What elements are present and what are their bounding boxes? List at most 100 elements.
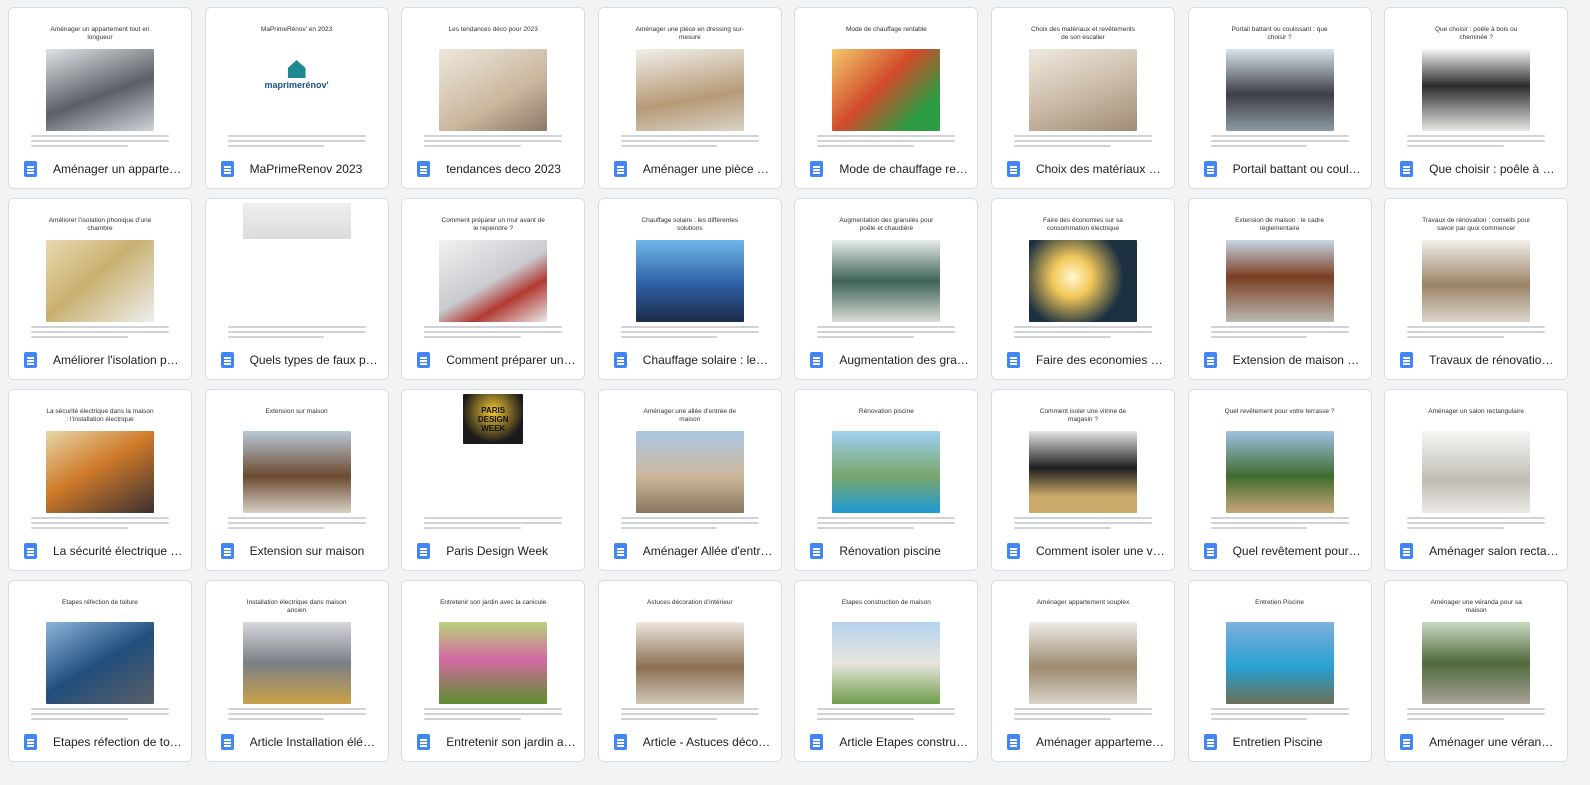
- file-card[interactable]: Aménager une allée d’entrée de maison Amé…: [597, 389, 782, 571]
- thumbnail-text-lines: [31, 708, 169, 723]
- text-line: [1013, 522, 1152, 524]
- file-info-bar: Entretien Piscine: [1188, 723, 1371, 761]
- file-card[interactable]: Améliorer l’isolation phonique d’une cha…: [8, 198, 192, 380]
- text-line: [424, 140, 563, 142]
- text-line: [31, 145, 128, 147]
- file-card[interactable]: Aménager un salon rectangulaire Aménager …: [1384, 389, 1569, 571]
- file-thumbnail: Augmentation des granulés pour poêle et …: [795, 199, 978, 343]
- file-thumbnail: Entretien Piscine: [1188, 581, 1371, 725]
- text-line: [227, 522, 366, 524]
- file-card[interactable]: Etapes construction de maison Article Eta…: [794, 580, 979, 762]
- text-line: [1407, 527, 1504, 529]
- file-name: Quels types de faux plafonds: [249, 353, 380, 367]
- file-card[interactable]: Augmentation des granulés pour poêle et …: [794, 198, 979, 380]
- file-card[interactable]: Choix des matériaux et revêtements de so…: [990, 7, 1175, 189]
- file-card[interactable]: Etapes réfection de toiture Etapes réfect…: [8, 580, 192, 762]
- file-card[interactable]: Entretenir son jardin avec la canicule En…: [401, 580, 586, 762]
- google-docs-icon: [1203, 161, 1217, 177]
- file-card[interactable]: Comment isoler une vitrine de magasin ? C…: [990, 389, 1175, 571]
- text-line: [1407, 522, 1546, 524]
- thumbnail-text-lines: [227, 517, 366, 532]
- file-card[interactable]: Extension de maison : le cadre réglement…: [1187, 198, 1372, 380]
- thumbnail-doc-title: Extension sur maison: [265, 408, 328, 415]
- file-card[interactable]: Comment préparer un mur avant de le repe…: [401, 198, 586, 380]
- thumbnail-text-lines: [1210, 708, 1349, 723]
- text-line: [817, 326, 956, 328]
- file-card[interactable]: Les tendances déco pour 2023 tendances de…: [401, 7, 586, 189]
- thumbnail-photo: [635, 622, 744, 704]
- file-card[interactable]: Travaux de rénovation : conseils pour sa…: [1384, 198, 1569, 380]
- file-card[interactable]: Astuces décoration d’intérieur Article - …: [597, 580, 782, 762]
- file-card[interactable]: Extension sur maison Extension sur maison: [204, 389, 389, 571]
- thumbnail-doc-title: Aménager une allée d’entrée de maison: [643, 408, 737, 423]
- thumbnail-text-lines: [1210, 326, 1349, 341]
- file-card[interactable]: Mode de chauffage rentable Mode de chauff…: [794, 7, 979, 189]
- thumbnail-doc-title: Quel revêtement pour votre terrasse ?: [1224, 408, 1335, 415]
- thumbnail-photo: [1422, 240, 1531, 322]
- text-line: [31, 517, 169, 519]
- file-card[interactable]: La sécurité électrique dans la maison : …: [8, 389, 192, 571]
- google-docs-icon: [1203, 352, 1217, 368]
- file-info-bar: Extension de maison : le cadre réglement…: [1188, 341, 1371, 379]
- thumbnail-text-lines: [424, 708, 563, 723]
- thumbnail-doc-title: Faire des économies sur sa consommation …: [1043, 217, 1123, 232]
- text-line: [817, 517, 956, 519]
- thumbnail-doc-title: Etapes construction de maison: [841, 599, 931, 606]
- file-name: Article Installation éléctrique: [249, 735, 380, 749]
- file-thumbnail: Les tendances déco pour 2023: [402, 8, 585, 152]
- file-card[interactable]: Aménager appartement souplex Aménager app…: [990, 580, 1175, 762]
- text-line: [817, 135, 956, 137]
- file-card[interactable]: PARIS DESIGN WEEK Paris Design Week: [401, 389, 586, 571]
- text-line: [424, 326, 563, 328]
- text-line: [424, 522, 563, 524]
- file-thumbnail: Aménager une véranda pour sa maison: [1385, 581, 1568, 725]
- file-card[interactable]: Portail battant ou coulissant : que choi…: [1187, 7, 1372, 189]
- file-thumbnail: Rénovation piscine: [795, 390, 978, 534]
- file-card[interactable]: Aménager une pièce en dressing sur-mesur…: [597, 7, 782, 189]
- file-card[interactable]: Faire des économies sur sa consommation …: [990, 198, 1175, 380]
- thumbnail-photo: [1422, 49, 1531, 131]
- file-card[interactable]: Entretien Piscine Entretien Piscine: [1187, 580, 1372, 762]
- file-card[interactable]: Quel revêtement pour votre terrasse ? Que…: [1187, 389, 1372, 571]
- thumbnail-photo: [1225, 240, 1334, 322]
- thumbnail-text-lines: [817, 135, 956, 150]
- file-info-bar: Travaux de rénovation : conseils: [1385, 341, 1568, 379]
- google-docs-icon: [24, 352, 37, 368]
- file-card[interactable]: Aménager un appartement tout en longueur…: [8, 7, 192, 189]
- text-line: [227, 135, 366, 137]
- thumbnail-text-lines: [1407, 517, 1546, 532]
- text-line: [620, 331, 759, 333]
- file-card[interactable]: Aménager une véranda pour sa maison Aména…: [1384, 580, 1569, 762]
- google-docs-icon: [220, 352, 234, 368]
- file-name: Mode de chauffage rentable: [839, 162, 969, 176]
- text-line: [620, 713, 759, 715]
- thumbnail-doc-title: Etapes réfection de toiture: [62, 599, 138, 606]
- thumbnail-doc-title: Installation électrique dans maison anci…: [246, 599, 347, 614]
- file-card[interactable]: Quels types de faux plafonds: [204, 198, 389, 380]
- thumbnail-doc-title: Extension de maison : le cadre réglement…: [1235, 217, 1324, 232]
- google-docs-icon: [810, 352, 824, 368]
- file-thumbnail: La sécurité électrique dans la maison : …: [9, 390, 191, 534]
- file-card[interactable]: Rénovation piscine Rénovation piscine: [794, 389, 979, 571]
- text-line: [31, 708, 169, 710]
- text-line: [31, 331, 169, 333]
- file-card[interactable]: Installation électrique dans maison anci…: [204, 580, 389, 762]
- file-thumbnail: Aménager une pièce en dressing sur-mesur…: [598, 8, 781, 152]
- file-card[interactable]: Chauffage solaire : les différentes solu…: [597, 198, 782, 380]
- text-line: [227, 336, 325, 338]
- text-line: [1013, 713, 1152, 715]
- text-line: [1013, 140, 1152, 142]
- file-thumbnail: Extension sur maison: [205, 390, 388, 534]
- google-docs-icon: [613, 543, 627, 559]
- thumbnail-doc-title: Comment préparer un mur avant de le repe…: [441, 217, 545, 232]
- text-line: [817, 527, 914, 529]
- thumbnail-photo: [1225, 431, 1334, 513]
- thumbnail-photo: [1028, 49, 1137, 131]
- thumbnail-text-lines: [1013, 708, 1152, 723]
- thumbnail-photo: [635, 49, 744, 131]
- text-line: [424, 336, 521, 338]
- thumbnail-doc-title: Entretien Piscine: [1255, 599, 1304, 606]
- thumbnail-doc-title: Aménager une pièce en dressing sur-mesur…: [635, 26, 744, 41]
- file-card[interactable]: MaPrimeRénov’ en 2023 maprimerénov' MaPrim…: [204, 7, 389, 189]
- file-card[interactable]: Que choisir : poêle à bois ou cheminée ?…: [1384, 7, 1569, 189]
